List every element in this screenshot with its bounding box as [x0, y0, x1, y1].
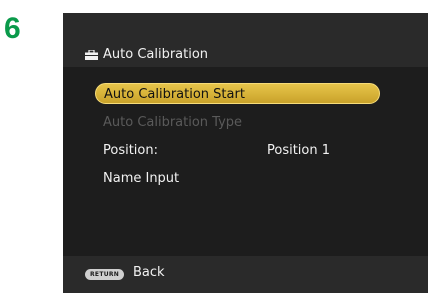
tv-screen: Auto Calibration Auto Calibration Start …: [63, 13, 428, 293]
position-value: Position 1: [267, 143, 331, 158]
menu-item-position[interactable]: Position:: [103, 140, 158, 161]
title-label: Auto Calibration: [103, 47, 209, 62]
page-title: Auto Calibration: [85, 47, 208, 62]
return-button-icon[interactable]: RETURN: [85, 269, 125, 280]
footer-bar: RETURN Back: [63, 256, 428, 293]
menu-item-auto-calibration-start[interactable]: Auto Calibration Start: [95, 83, 380, 104]
step-number: 6: [4, 12, 21, 45]
title-bar: Auto Calibration: [63, 13, 428, 67]
position-label: Position:: [103, 143, 158, 158]
toolbox-icon: [85, 49, 98, 60]
menu-item-auto-calibration-type: Auto Calibration Type: [103, 115, 243, 130]
back-label: Back: [133, 265, 165, 280]
menu-item-name-input[interactable]: Name Input: [103, 168, 179, 189]
